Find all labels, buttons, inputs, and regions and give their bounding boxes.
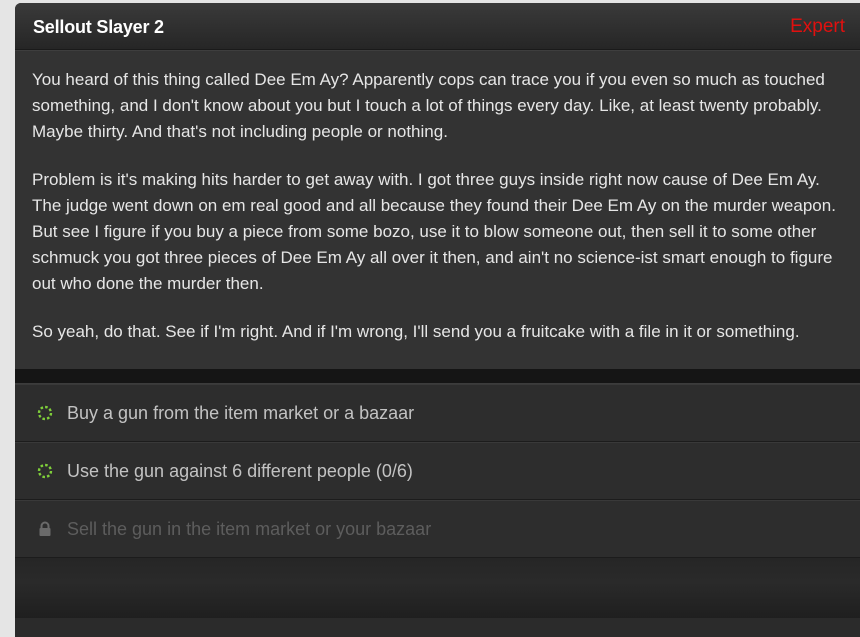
lock-icon (37, 521, 53, 537)
mission-title: Sellout Slayer 2 (33, 17, 164, 37)
task-item-buy-gun[interactable]: Buy a gun from the item market or a baza… (15, 384, 860, 442)
task-item-sell-gun[interactable]: Sell the gun in the item market or your … (15, 500, 860, 558)
mission-description: You heard of this thing called Dee Em Ay… (15, 50, 860, 369)
task-item-use-gun[interactable]: Use the gun against 6 different people (… (15, 442, 860, 500)
description-paragraph: Problem is it's making hits harder to ge… (32, 170, 836, 293)
progress-ring-icon (37, 405, 53, 421)
difficulty-label: Expert (790, 16, 845, 37)
task-label: Use the gun against 6 different people (… (67, 460, 413, 481)
mission-panel: Sellout Slayer 2 Expert You heard of thi… (15, 3, 860, 637)
task-list: Buy a gun from the item market or a baza… (15, 384, 860, 558)
mission-header: Sellout Slayer 2 Expert (15, 3, 860, 50)
progress-ring-icon (37, 463, 53, 479)
footer-background (15, 558, 860, 618)
task-label: Buy a gun from the item market or a baza… (67, 402, 415, 423)
section-divider (15, 369, 860, 384)
task-label: Sell the gun in the item market or your … (67, 518, 432, 539)
description-paragraph: So yeah, do that. See if I'm right. And … (32, 322, 800, 341)
description-paragraph: You heard of this thing called Dee Em Ay… (32, 70, 825, 141)
